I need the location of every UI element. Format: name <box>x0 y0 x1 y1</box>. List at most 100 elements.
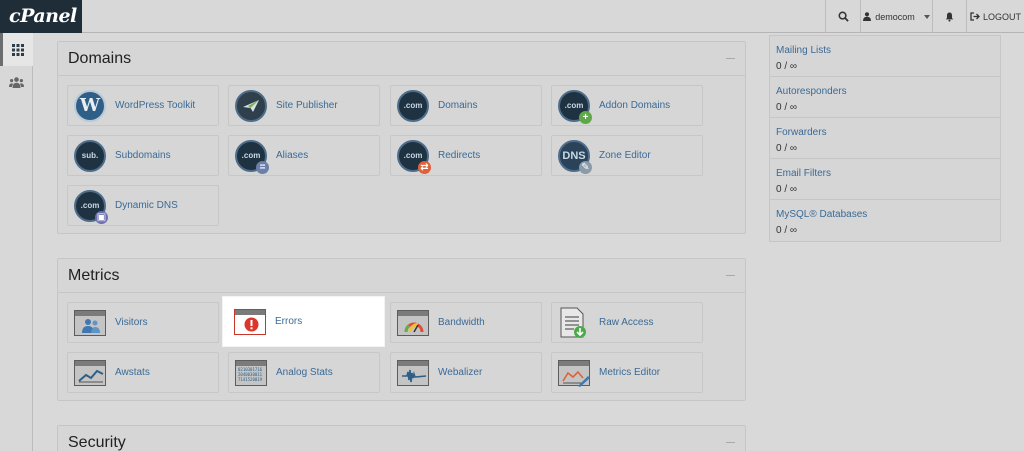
tile-label: Awstats <box>115 367 150 378</box>
sidebar <box>0 33 33 451</box>
chevron-down-icon <box>923 14 930 19</box>
tile-domains[interactable]: .com Domains <box>390 85 542 126</box>
awstats-icon <box>74 359 106 386</box>
errors-highlight: Errors <box>223 297 384 346</box>
security-panel: Security <box>57 425 746 451</box>
collapse-icon[interactable] <box>726 275 735 276</box>
tile-visitors[interactable]: Visitors <box>67 302 219 343</box>
tile-wordpress-toolkit[interactable]: W WordPress Toolkit <box>67 85 219 126</box>
webalizer-icon <box>397 359 429 386</box>
notifications-button[interactable] <box>932 0 966 33</box>
errors-icon <box>234 308 266 335</box>
tile-site-publisher[interactable]: Site Publisher <box>228 85 380 126</box>
stat-value: 0 / ∞ <box>776 184 798 195</box>
zone-editor-icon: DNS ✎ <box>558 139 592 174</box>
stat-mailing-lists: Mailing Lists 0 / ∞ <box>770 36 1000 77</box>
tile-label: Webalizer <box>438 367 483 378</box>
tile-label: Analog Stats <box>276 367 333 378</box>
stat-name[interactable]: Forwarders <box>776 127 994 138</box>
collapse-icon[interactable] <box>726 442 735 443</box>
tile-metrics-editor[interactable]: Metrics Editor <box>551 352 703 393</box>
equals-icon: = <box>256 160 269 174</box>
bandwidth-icon <box>397 309 429 336</box>
analog-line: 2040030011 <box>238 371 263 377</box>
security-header[interactable]: Security <box>58 426 745 451</box>
stat-value: 0 / ∞ <box>776 143 798 154</box>
tile-label: Bandwidth <box>438 317 485 328</box>
tile-label: Domains <box>438 100 478 111</box>
metrics-header[interactable]: Metrics <box>58 259 745 293</box>
stat-value: 0 / ∞ <box>776 225 798 236</box>
tile-dynamic-dns[interactable]: .com ▣ Dynamic DNS <box>67 185 219 226</box>
tile-raw-access[interactable]: Raw Access <box>551 302 703 343</box>
stat-name[interactable]: Autoresponders <box>776 86 994 97</box>
stat-autoresponders: Autoresponders 0 / ∞ <box>770 77 1000 118</box>
analog-line: 0210301716 <box>238 366 263 372</box>
tile-aliases[interactable]: .com = Aliases <box>228 135 380 176</box>
subdomains-icon: sub. <box>74 139 106 172</box>
tile-bandwidth[interactable]: Bandwidth <box>390 302 542 343</box>
site-publisher-icon <box>235 89 267 122</box>
raw-access-icon <box>558 307 590 339</box>
dynamic-badge-icon: ▣ <box>95 210 108 224</box>
username: democom <box>875 11 915 22</box>
tile-analog-stats[interactable]: 0210301716 2040030011 7141520019 Analog St… <box>228 352 380 393</box>
user-menu[interactable]: democom <box>860 0 932 33</box>
tile-label: Redirects <box>438 150 481 161</box>
tile-label: Visitors <box>115 317 148 328</box>
addon-domains-icon: .com + <box>558 89 592 124</box>
grid-icon <box>12 43 24 56</box>
search-icon <box>838 11 849 22</box>
stat-forwarders: Forwarders 0 / ∞ <box>770 118 1000 159</box>
visitors-icon <box>74 309 106 336</box>
top-bar: cPanel democom LOGOUT <box>0 0 1024 33</box>
redirect-badge-icon: ⇄ <box>418 160 431 174</box>
tile-errors[interactable]: Errors <box>227 301 379 342</box>
pencil-icon: ✎ <box>579 160 592 174</box>
tile-subdomains[interactable]: sub. Subdomains <box>67 135 219 176</box>
domains-header[interactable]: Domains <box>58 42 745 76</box>
tile-label: Dynamic DNS <box>115 200 178 211</box>
stat-name[interactable]: MySQL® Databases <box>776 209 994 220</box>
users-icon <box>9 77 24 88</box>
search-button[interactable] <box>825 0 860 33</box>
security-title: Security <box>68 433 126 451</box>
sidebar-item-users[interactable] <box>0 66 33 99</box>
logout-icon <box>970 12 980 21</box>
plus-icon: + <box>579 110 592 124</box>
tile-addon-domains[interactable]: .com + Addon Domains <box>551 85 703 126</box>
tile-awstats[interactable]: Awstats <box>67 352 219 393</box>
tile-webalizer[interactable]: Webalizer <box>390 352 542 393</box>
metrics-panel: Metrics Visitors Bandwidth Raw Access Aw… <box>57 258 746 401</box>
bell-icon <box>945 12 954 22</box>
stat-name[interactable]: Email Filters <box>776 168 994 179</box>
stat-mysql-databases: MySQL® Databases 0 / ∞ <box>770 200 1000 241</box>
tile-label: Aliases <box>276 150 309 161</box>
sidebar-item-tools[interactable] <box>0 33 33 66</box>
collapse-icon[interactable] <box>726 58 735 59</box>
redirects-icon: .com ⇄ <box>397 139 431 174</box>
stat-value: 0 / ∞ <box>776 102 798 113</box>
tile-label: Site Publisher <box>276 100 338 111</box>
domains-icon: .com <box>397 89 429 122</box>
tile-label: Addon Domains <box>599 100 671 111</box>
user-icon <box>863 12 872 21</box>
stat-name[interactable]: Mailing Lists <box>776 45 994 56</box>
stats-panel: Mailing Lists 0 / ∞ Autoresponders 0 / ∞… <box>769 35 1001 242</box>
logout-label: LOGOUT <box>982 11 1021 22</box>
tile-redirects[interactable]: .com ⇄ Redirects <box>390 135 542 176</box>
stat-email-filters: Email Filters 0 / ∞ <box>770 159 1000 200</box>
wordpress-icon: W <box>74 89 106 122</box>
logout-button[interactable]: LOGOUT <box>966 0 1024 33</box>
tile-label: Subdomains <box>115 150 171 161</box>
sub-glyph: sub. <box>74 139 106 172</box>
tile-zone-editor[interactable]: DNS ✎ Zone Editor <box>551 135 703 176</box>
tile-label: Zone Editor <box>599 150 651 161</box>
wordpress-glyph: W <box>74 89 106 122</box>
aliases-icon: .com = <box>235 139 269 174</box>
cpanel-logo[interactable]: cPanel <box>0 0 82 33</box>
metrics-title: Metrics <box>68 266 120 284</box>
analog-stats-icon: 0210301716 2040030011 7141520019 <box>235 359 267 386</box>
tile-label: WordPress Toolkit <box>115 100 196 111</box>
dynamic-dns-icon: .com ▣ <box>74 189 108 224</box>
